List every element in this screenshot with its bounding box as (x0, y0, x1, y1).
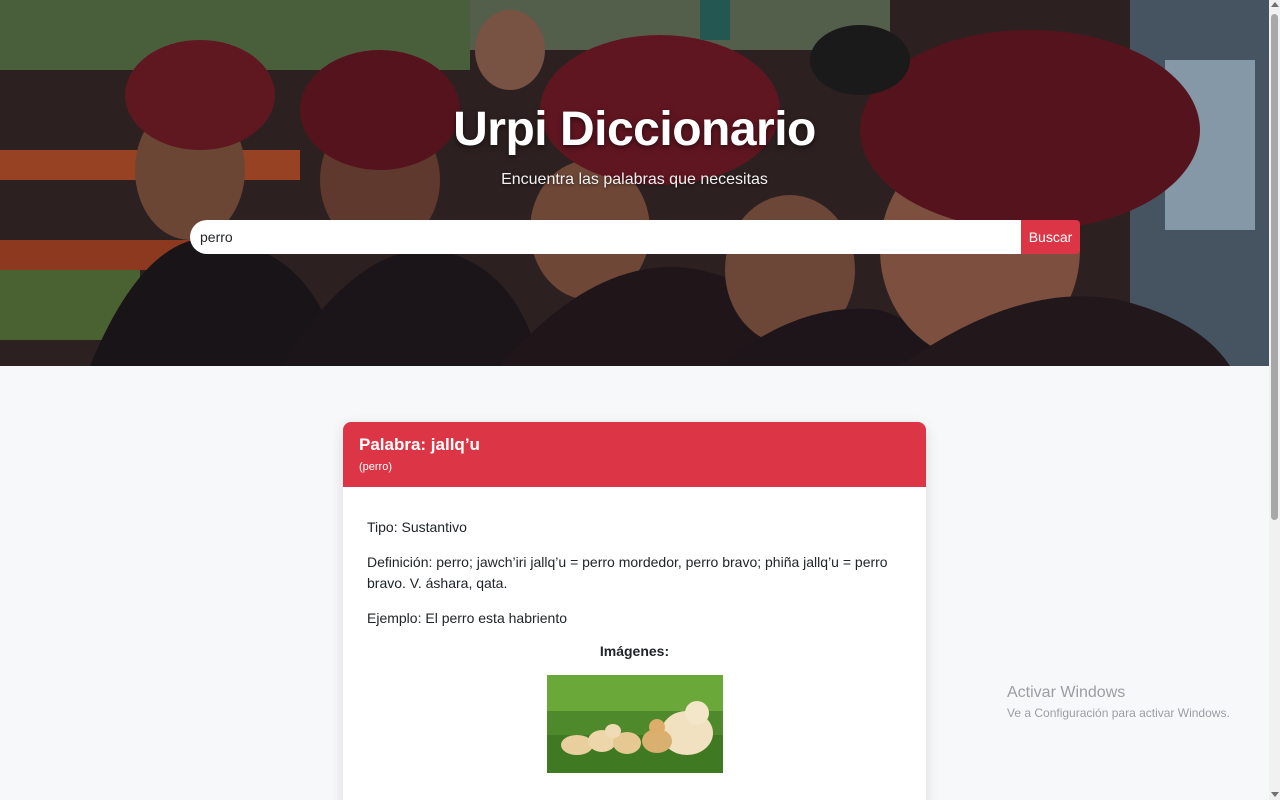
hero-banner: Urpi Diccionario Encuentra las palabras … (0, 0, 1269, 366)
watermark-title: Activar Windows (1007, 684, 1126, 701)
result-card-header: Palabra: jallq’u (perro) (343, 422, 926, 487)
word-example: Ejemplo: El perro esta habriento (367, 610, 567, 626)
word-translation: (perro) (359, 461, 393, 473)
windows-activation-watermark: Activar Windows Ve a Configuración para … (1007, 684, 1230, 720)
search-button[interactable]: Buscar (1021, 220, 1080, 254)
vertical-scrollbar[interactable] (1269, 0, 1280, 800)
word-type: Tipo: Sustantivo (367, 519, 467, 535)
word-definition: Definición: perro; jawch’iri jallq’u = p… (367, 554, 888, 591)
word-title: Palabra: jallq’u (359, 435, 480, 454)
dog-image (546, 675, 723, 773)
scrollbar-thumb[interactable] (1271, 14, 1278, 520)
site-subtitle: Encuentra las palabras que necesitas (501, 171, 768, 188)
result-card: Palabra: jallq’u (perro) Tipo: Sustantiv… (343, 422, 926, 800)
result-card-body: Tipo: Sustantivo Definición: perro; jawc… (343, 487, 926, 773)
images-heading: Imágenes: (599, 643, 670, 659)
scroll-up-arrow-icon[interactable] (1271, 2, 1279, 7)
scroll-down-arrow-icon[interactable] (1271, 792, 1279, 797)
watermark-subtitle: Ve a Configuración para activar Windows. (1007, 706, 1230, 720)
search-input[interactable] (190, 220, 1021, 254)
search-bar: Buscar (190, 220, 1080, 254)
site-title: Urpi Diccionario (453, 103, 816, 156)
